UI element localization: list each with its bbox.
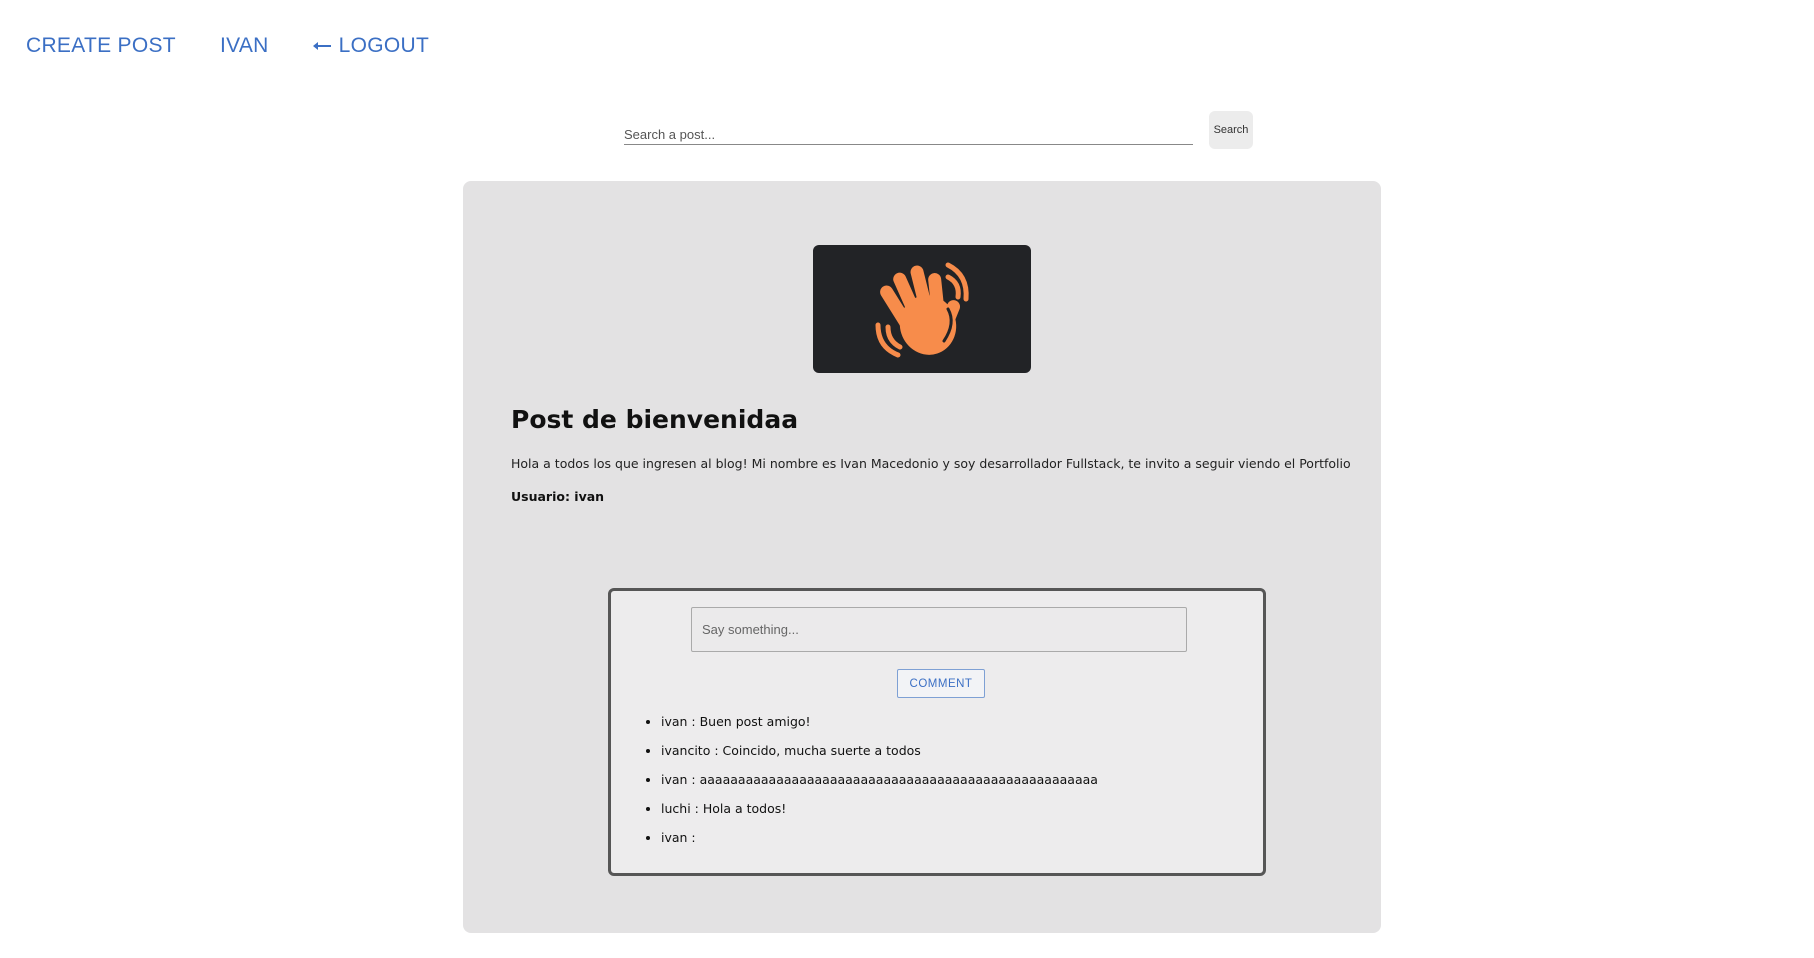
post-body: Hola a todos los que ingresen al blog! M… [511,456,1351,471]
logout-arrow-icon [312,41,331,51]
comment-button[interactable]: COMMENT [897,669,985,698]
post-card: Post de bienvenidaa Hola a todos los que… [463,181,1381,933]
comment-item: ivan : Buen post amigo! [661,707,1098,736]
user-profile-link[interactable]: IVAN [220,34,269,58]
search-input[interactable] [624,111,1193,145]
comment-item: ivan : [661,823,1098,852]
waving-hand-icon [875,262,969,358]
search-button[interactable]: Search [1209,111,1253,149]
comment-input[interactable] [691,607,1187,652]
create-post-link[interactable]: CREATE POST [26,34,176,58]
comment-list: ivan : Buen post amigo! ivancito : Coinc… [646,707,1098,852]
comments-section: COMMENT ivan : Buen post amigo! ivancito… [608,588,1266,876]
comment-item: ivancito : Coincido, mucha suerte a todo… [661,736,1098,765]
logout-label: LOGOUT [338,34,430,57]
post-author: Usuario: ivan [511,489,605,504]
post-image [813,245,1031,373]
comment-item: luchi : Hola a todos! [661,794,1098,823]
comment-item: ivan : aaaaaaaaaaaaaaaaaaaaaaaaaaaaaaaaa… [661,765,1098,794]
search-bar: Search [624,111,1253,149]
top-nav: CREATE POST IVAN LOGOUT [26,34,473,58]
logout-link[interactable]: LOGOUT [312,34,430,58]
post-title: Post de bienvenidaa [511,405,799,434]
